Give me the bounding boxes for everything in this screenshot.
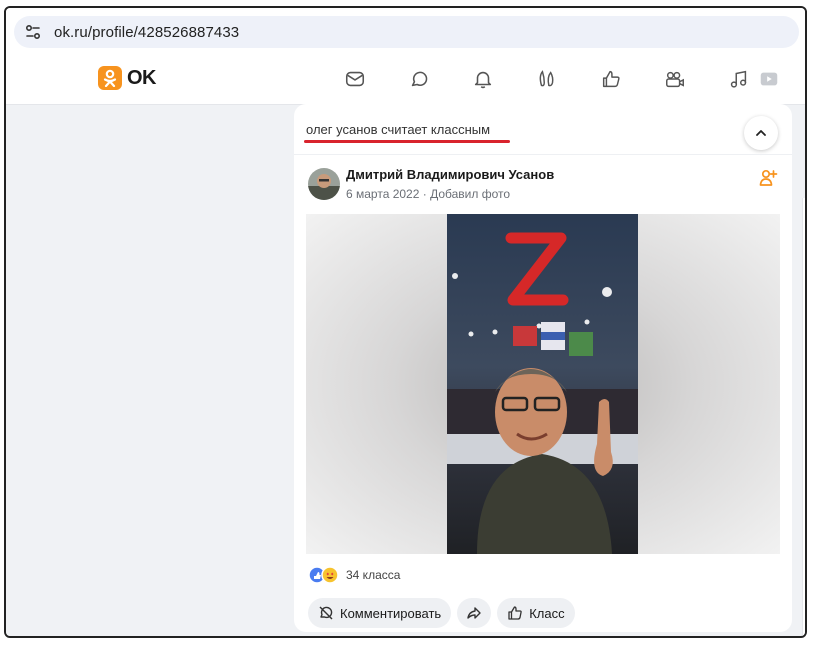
music-icon[interactable]: [726, 66, 752, 92]
comment-button[interactable]: Комментировать: [308, 598, 452, 628]
browser-window: ok.ru/profile/428526887433 OK олег усано…: [4, 6, 807, 638]
comment-label: Комментировать: [340, 605, 442, 621]
video-play-icon[interactable]: [756, 66, 782, 92]
post-meta: 6 марта 2022 · Добавил фото: [346, 187, 511, 201]
like-icon[interactable]: [598, 66, 624, 92]
guests-icon[interactable]: [534, 66, 560, 92]
site-settings-icon[interactable]: [20, 19, 46, 45]
ok-logo-icon: [98, 66, 122, 90]
reaction-icons: [308, 566, 339, 584]
url-field[interactable]: ok.ru/profile/428526887433: [14, 16, 799, 48]
class-button[interactable]: Класс: [497, 598, 575, 628]
ok-logo-text: OK: [127, 66, 157, 89]
like-icon: [508, 606, 522, 620]
ok-logo[interactable]: OK: [98, 66, 157, 90]
video-icon[interactable]: [662, 66, 688, 92]
post-media[interactable]: [306, 214, 780, 554]
red-underline-annotation: [304, 140, 510, 143]
class-label: Класс: [529, 605, 565, 621]
url-text[interactable]: ok.ru/profile/428526887433: [54, 24, 239, 41]
mail-icon[interactable]: [342, 66, 368, 92]
right-panel-edge: [802, 198, 805, 636]
share-button[interactable]: [457, 598, 492, 628]
collapse-button[interactable]: [744, 116, 778, 150]
author-avatar[interactable]: [308, 168, 340, 200]
author-name[interactable]: Дмитрий Владимирович Усанов: [346, 167, 554, 182]
feed-post-card: олег усанов считает классным Дмитрий Вла…: [294, 104, 792, 632]
left-sidebar: [6, 105, 294, 636]
chevron-up-icon: [756, 130, 766, 136]
bell-icon[interactable]: [470, 66, 496, 92]
comment-off-icon: [319, 606, 333, 620]
liker-line[interactable]: олег усанов считает классным: [306, 122, 490, 137]
address-bar: ok.ru/profile/428526887433: [6, 8, 805, 54]
top-nav: [342, 66, 782, 92]
share-icon: [467, 607, 481, 619]
reactions-summary[interactable]: 34 класса: [308, 566, 400, 584]
add-friend-icon[interactable]: [758, 168, 778, 188]
card-divider: [294, 154, 792, 155]
post-photo[interactable]: [447, 214, 638, 554]
post-actions: Комментировать Класс: [308, 598, 581, 628]
reaction-count[interactable]: 34 класса: [346, 568, 400, 582]
site-header: OK: [6, 54, 805, 105]
chat-bubble-icon[interactable]: [406, 66, 432, 92]
